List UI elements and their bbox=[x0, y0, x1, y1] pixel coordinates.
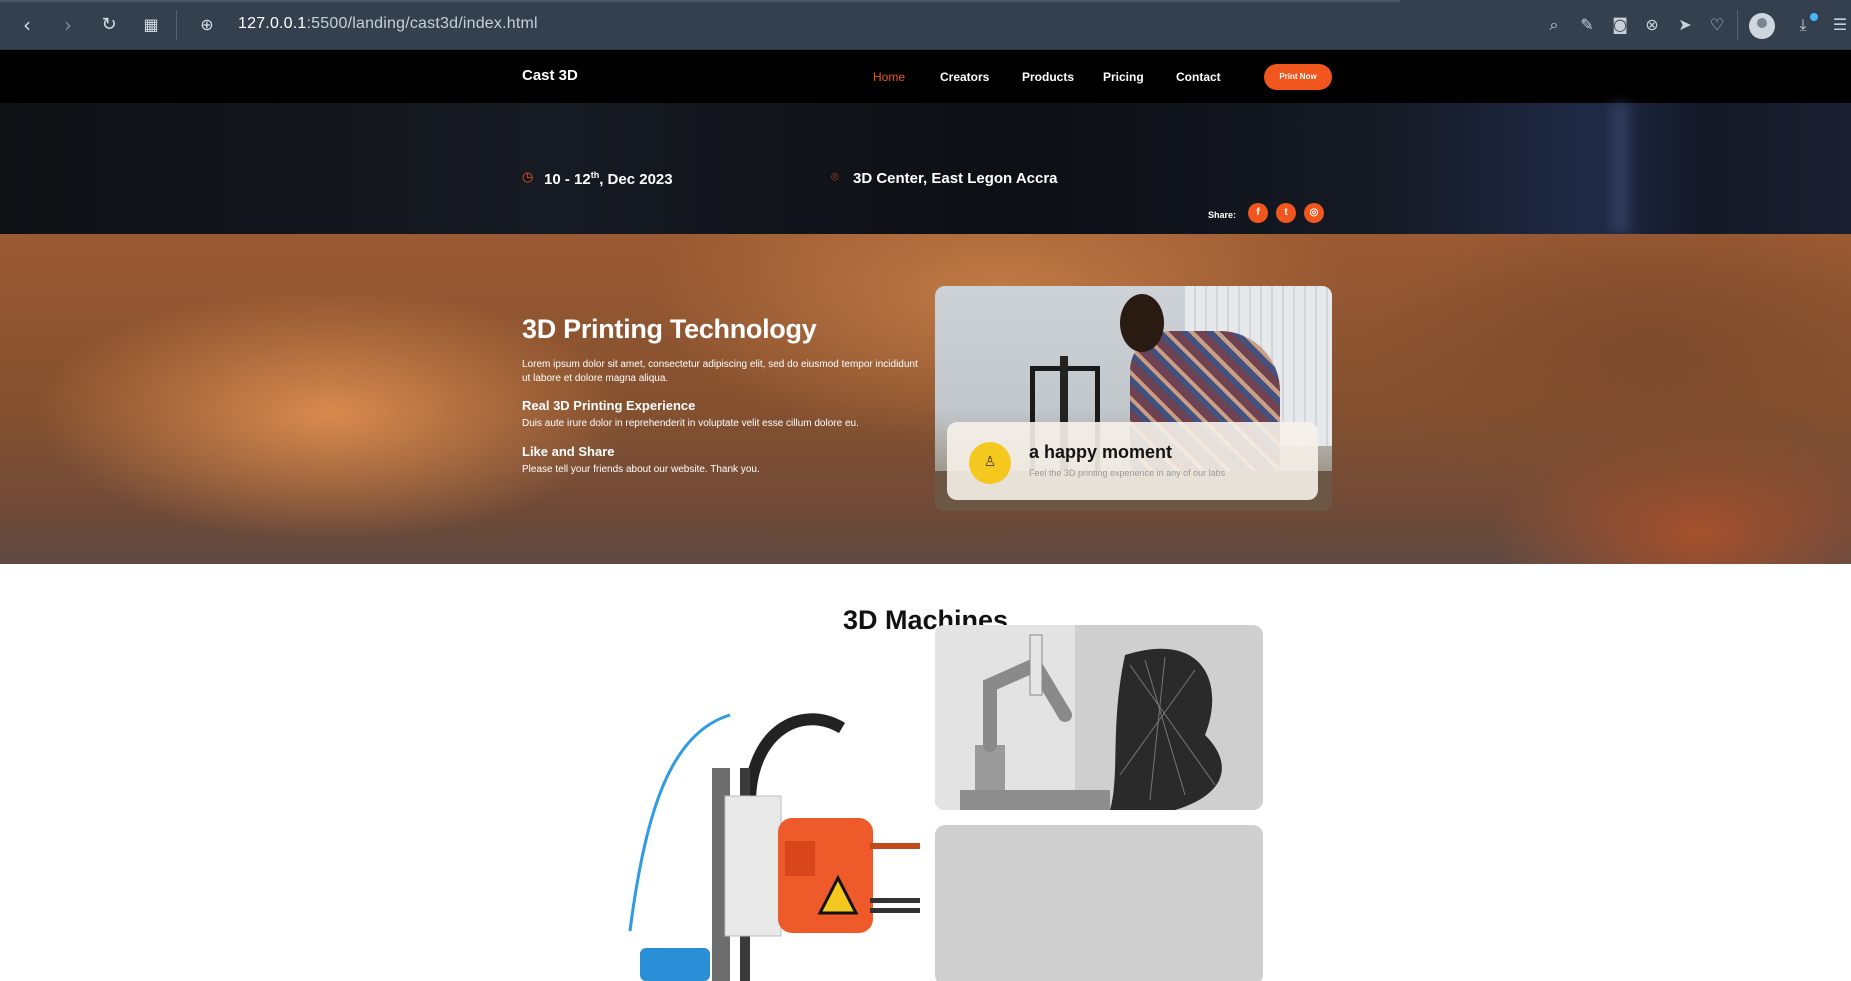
user-icon: ♙ bbox=[983, 454, 997, 470]
download-indicator bbox=[1810, 13, 1818, 21]
edit-icon[interactable]: ✎ bbox=[1576, 14, 1598, 36]
user-badge: ♙ bbox=[969, 442, 1011, 484]
url-path: :5500/landing/cast3d/index.html bbox=[306, 15, 538, 32]
nav-link-products[interactable]: Products bbox=[1022, 70, 1074, 84]
browser-toolbar: ‹ › ↻ ▦ ⊕ 127.0.0.1:5500/landing/cast3d/… bbox=[0, 0, 1851, 50]
tab-strip-edge bbox=[0, 0, 1400, 2]
event-date: 10 - 12th, Dec 2023 bbox=[544, 170, 673, 188]
nav-link-contact[interactable]: Contact bbox=[1176, 70, 1221, 84]
site-info-icon[interactable]: ⊕ bbox=[194, 12, 220, 38]
back-icon[interactable]: ‹ bbox=[14, 12, 40, 38]
feature-text-2: Please tell your friends about our websi… bbox=[522, 464, 760, 475]
card-text: Feel the 3D printing experience in any o… bbox=[1029, 468, 1226, 478]
hero-section: 3D Printing Technology Lorem ipsum dolor… bbox=[0, 234, 1851, 564]
toolbar-divider-right bbox=[1737, 10, 1738, 40]
event-info-bar: ◷ 10 - 12th, Dec 2023 ⌾ 3D Center, East … bbox=[0, 103, 1851, 234]
event-date-prefix: 10 - 12 bbox=[544, 171, 591, 188]
camera-icon[interactable]: ◙ bbox=[1609, 14, 1631, 36]
apps-icon[interactable]: ▦ bbox=[138, 12, 164, 38]
machines-title: 3D Machines bbox=[842, 605, 1009, 635]
machine-photo-3 bbox=[935, 825, 1263, 981]
reload-icon[interactable]: ↻ bbox=[96, 12, 122, 38]
hero-intro: Lorem ipsum dolor sit amet, consectetur … bbox=[522, 359, 918, 384]
nav-link-home[interactable]: Home bbox=[873, 70, 905, 84]
card-title: a happy moment bbox=[1029, 442, 1173, 462]
site-navbar: Cast 3D Home Creators Products Pricing C… bbox=[0, 50, 1851, 103]
search-icon[interactable]: ⌕ bbox=[1543, 14, 1565, 36]
happy-moment-card: ♙ a happy moment Feel the 3D printing ex… bbox=[947, 422, 1318, 500]
hero-title: 3D Printing Technology bbox=[522, 314, 817, 344]
location-pin-icon: ⌾ bbox=[831, 170, 839, 185]
background-glow bbox=[1610, 103, 1630, 234]
send-icon[interactable]: ➤ bbox=[1674, 14, 1696, 36]
printer-head-image bbox=[628, 713, 920, 981]
profile-icon[interactable] bbox=[1749, 13, 1775, 39]
forward-icon[interactable]: › bbox=[55, 12, 81, 38]
event-date-sup: th bbox=[590, 170, 600, 180]
close-icon[interactable]: ⊗ bbox=[1641, 14, 1663, 36]
feature-title-1: Real 3D Printing Experience bbox=[522, 398, 696, 413]
feature-text-1: Duis aute irure dolor in reprehenderit i… bbox=[522, 418, 859, 429]
toolbar-divider bbox=[176, 10, 177, 40]
nav-link-creators[interactable]: Creators bbox=[940, 70, 989, 84]
brand-logo[interactable]: Cast 3D bbox=[522, 67, 578, 84]
robot-arm-photo bbox=[935, 625, 1263, 810]
url-host: 127.0.0.1 bbox=[238, 15, 307, 32]
menu-icon[interactable]: ☰ bbox=[1829, 14, 1851, 36]
nav-link-pricing[interactable]: Pricing bbox=[1103, 70, 1144, 84]
event-date-suffix: , Dec 2023 bbox=[599, 171, 673, 188]
photo-person-head bbox=[1120, 294, 1164, 352]
address-bar[interactable]: 127.0.0.1:5500/landing/cast3d/index.html bbox=[238, 15, 538, 33]
facebook-icon[interactable]: f bbox=[1248, 203, 1268, 223]
twitter-icon[interactable]: t bbox=[1276, 203, 1296, 223]
clock-icon: ◷ bbox=[522, 170, 534, 185]
print-now-button[interactable]: Print Now bbox=[1264, 64, 1332, 90]
instagram-icon[interactable]: ◎ bbox=[1304, 203, 1324, 223]
share-label: Share: bbox=[1208, 210, 1237, 220]
feature-title-2: Like and Share bbox=[522, 444, 615, 459]
web-page: Cast 3D Home Creators Products Pricing C… bbox=[0, 50, 1851, 981]
event-location: 3D Center, East Legon Accra bbox=[853, 170, 1058, 187]
heart-icon[interactable]: ♡ bbox=[1706, 14, 1728, 36]
